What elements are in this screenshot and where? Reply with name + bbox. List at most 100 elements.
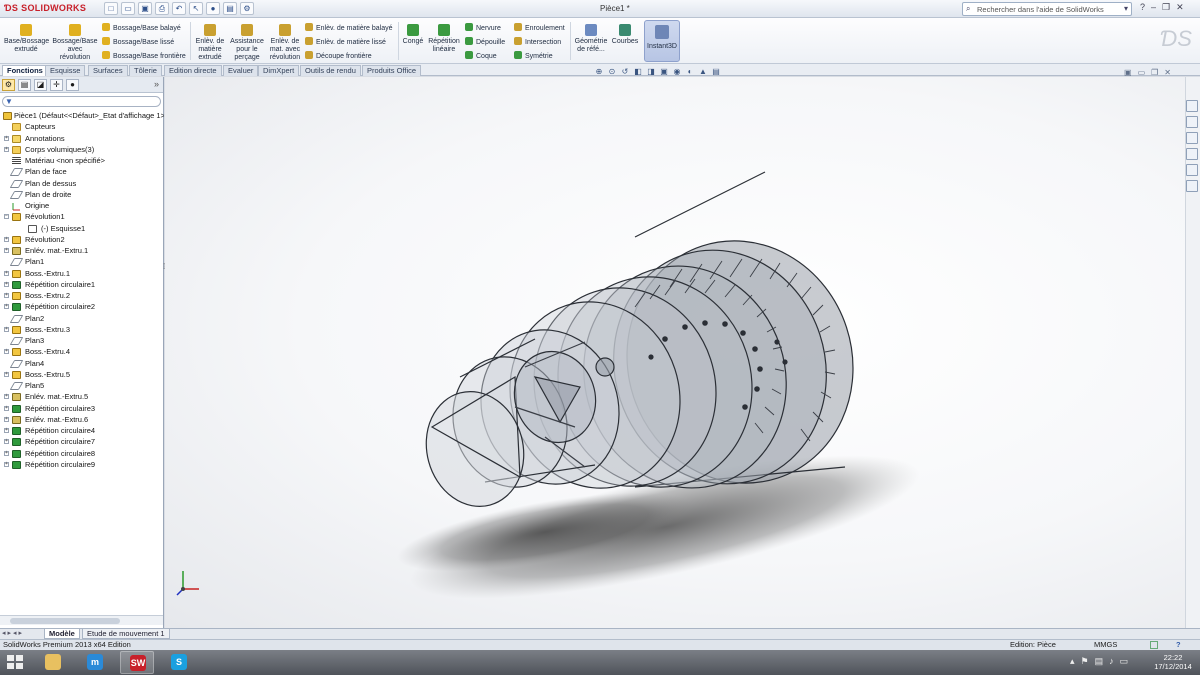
tree-node[interactable]: + Répétition circulaire4 (0, 425, 164, 436)
tree-expander-icon[interactable]: + (4, 304, 9, 310)
windows-start-icon[interactable] (6, 654, 24, 671)
tab-dimxpert[interactable]: DimXpert (258, 65, 300, 76)
draft-button[interactable]: Dépouille (465, 37, 505, 46)
view-settings-icon[interactable]: ▤ (711, 67, 721, 77)
tree-node[interactable]: Capteurs (0, 121, 164, 132)
configuration-manager-tab-icon[interactable]: ◪ (34, 79, 47, 91)
tree-expander-icon[interactable]: + (4, 326, 9, 332)
unit-system[interactable]: MMGS (1094, 640, 1117, 650)
rib-button[interactable]: Nervure (465, 23, 501, 32)
minimize-icon[interactable]: – (1151, 2, 1156, 13)
tree-node[interactable]: Matériau <non spécifié> (0, 155, 164, 166)
graphics-area[interactable] (165, 77, 1185, 628)
options-icon[interactable]: ⚙ (240, 2, 254, 15)
loft-boss-button[interactable]: Bossage/Base lissé (102, 37, 174, 46)
taskbar-clock[interactable]: 22:22 17/12/2014 (1148, 653, 1198, 671)
print-icon[interactable]: ⎙ (155, 2, 169, 15)
loft-cut-button[interactable]: Enlèv. de matière lissé (305, 37, 386, 46)
open-folder-icon[interactable]: ▭ (121, 2, 135, 15)
feature-tree-hscrollbar[interactable] (0, 615, 163, 625)
save-icon[interactable]: ▣ (138, 2, 152, 15)
tree-node[interactable]: Plan2 (0, 313, 164, 324)
tab-tolerie[interactable]: Tôlerie (129, 65, 162, 76)
keyboard-icon[interactable]: ▭ (1120, 656, 1129, 667)
tree-node[interactable]: + Répétition circulaire8 (0, 448, 164, 459)
hole-wizard-button[interactable]: Assistance pour le perçage (229, 24, 265, 62)
wrap-button[interactable]: Enroulement (514, 23, 565, 32)
help-status-icon[interactable]: ? (1176, 640, 1181, 650)
tree-expander-icon[interactable]: + (4, 293, 9, 298)
shell-button[interactable]: Coque (465, 51, 497, 60)
tree-node[interactable]: + Répétition circulaire3 (0, 403, 164, 414)
viewport-restore-icon[interactable]: ❐ (1151, 68, 1158, 77)
section-view-icon[interactable]: ◧ (633, 67, 643, 77)
tree-node[interactable]: + Révolution2 (0, 234, 164, 245)
file-properties-icon[interactable]: ▤ (223, 2, 237, 15)
help-icon[interactable]: ? (1140, 2, 1145, 13)
viewport-close-icon[interactable]: ✕ (1164, 68, 1171, 77)
viewport-tile-icon[interactable]: ▣ (1124, 68, 1132, 77)
previous-view-icon[interactable]: ↺ (620, 67, 630, 77)
solidworks-resources-icon[interactable] (1186, 100, 1198, 112)
tree-node[interactable]: Plan de face (0, 166, 164, 177)
tree-expander-icon[interactable]: + (4, 371, 9, 377)
curves-button[interactable]: Courbes (610, 24, 640, 46)
restore-icon[interactable]: ❐ (1162, 2, 1170, 13)
scrollbar-thumb[interactable] (10, 618, 120, 624)
expand-panel-icon[interactable]: » (154, 79, 159, 89)
tree-node[interactable]: + Répétition circulaire9 (0, 459, 164, 470)
view-orientation-icon[interactable]: ◨ (646, 67, 656, 77)
extrude-cut-button[interactable]: Enlèv. de matière extrudé (193, 24, 227, 62)
tab-esquisse[interactable]: Esquisse (45, 65, 86, 76)
tree-expander-icon[interactable]: + (4, 416, 9, 422)
tab-surfaces[interactable]: Surfaces (88, 65, 128, 76)
tree-root-part[interactable]: Pièce1 (Défaut<<Défaut>_Etat d'affichage… (0, 110, 164, 121)
solidworks-logo[interactable]: ƊS SOLIDWORKS (4, 3, 86, 13)
tree-node[interactable]: + Répétition circulaire2 (0, 301, 164, 312)
tab-evaluer[interactable]: Evaluer (223, 65, 259, 76)
rebuild-status-icon[interactable] (1150, 641, 1158, 649)
tree-node[interactable]: Plan de droite (0, 189, 164, 200)
custom-properties-icon[interactable] (1186, 180, 1198, 192)
tree-expander-icon[interactable]: − (4, 214, 9, 220)
tree-node[interactable]: + Corps volumiques(3) (0, 144, 164, 155)
boundary-boss-button[interactable]: Bossage/Base frontière (102, 51, 186, 60)
rebuild-icon[interactable]: ● (206, 2, 220, 15)
tree-expander-icon[interactable]: + (4, 405, 9, 411)
tree-node[interactable]: + Enlév. mat.-Extru.5 (0, 391, 164, 402)
view-palette-icon[interactable] (1186, 148, 1198, 160)
tree-node[interactable]: + Enlév. mat.-Extru.1 (0, 245, 164, 256)
tree-expander-icon[interactable]: + (4, 146, 9, 152)
tree-node[interactable]: + Boss.-Extru.1 (0, 268, 164, 279)
tree-expander-icon[interactable]: + (4, 428, 9, 433)
intersect-button[interactable]: Intersection (514, 37, 561, 46)
tree-node[interactable]: + Enlév. mat.-Extru.6 (0, 414, 164, 425)
tree-expander-icon[interactable]: + (4, 439, 9, 445)
tree-node[interactable]: Plan4 (0, 358, 164, 369)
tree-expander-icon[interactable]: + (4, 281, 9, 287)
taskbar-app-explorer[interactable] (36, 651, 70, 674)
display-style-icon[interactable]: ▣ (659, 67, 669, 77)
tree-node[interactable]: + Boss.-Extru.2 (0, 290, 164, 301)
new-document-icon[interactable]: □ (104, 2, 118, 15)
linear-pattern-button[interactable]: Répétition linéaire (426, 24, 462, 54)
tree-expander-icon[interactable]: + (4, 248, 9, 253)
tree-expander-icon[interactable]: + (4, 236, 9, 242)
tree-expander-icon[interactable]: + (4, 394, 9, 400)
tree-node[interactable]: Plan de dessus (0, 178, 164, 189)
taskbar-app-maxthon[interactable]: m (78, 651, 112, 674)
tree-node[interactable]: + Répétition circulaire7 (0, 436, 164, 447)
close-icon[interactable]: ✕ (1176, 2, 1184, 13)
tree-node[interactable]: − Révolution1 (0, 211, 164, 222)
tab-edition-directe[interactable]: Edition directe (164, 65, 222, 76)
tree-node[interactable]: + Annotations (0, 133, 164, 144)
volume-icon[interactable]: ♪ (1109, 656, 1114, 667)
tray-expand-icon[interactable]: ▴ (1070, 656, 1075, 667)
instant3d-button[interactable]: Instant3D (644, 20, 680, 62)
boundary-cut-button[interactable]: Découpe frontière (305, 51, 372, 60)
action-center-icon[interactable]: ⚑ (1081, 656, 1089, 667)
tree-expander-icon[interactable]: + (4, 450, 9, 456)
undo-icon[interactable]: ↶ (172, 2, 186, 15)
swept-cut-button[interactable]: Enlèv. de matière balayé (305, 23, 393, 32)
dimxpert-manager-tab-icon[interactable]: ✛ (50, 79, 63, 91)
